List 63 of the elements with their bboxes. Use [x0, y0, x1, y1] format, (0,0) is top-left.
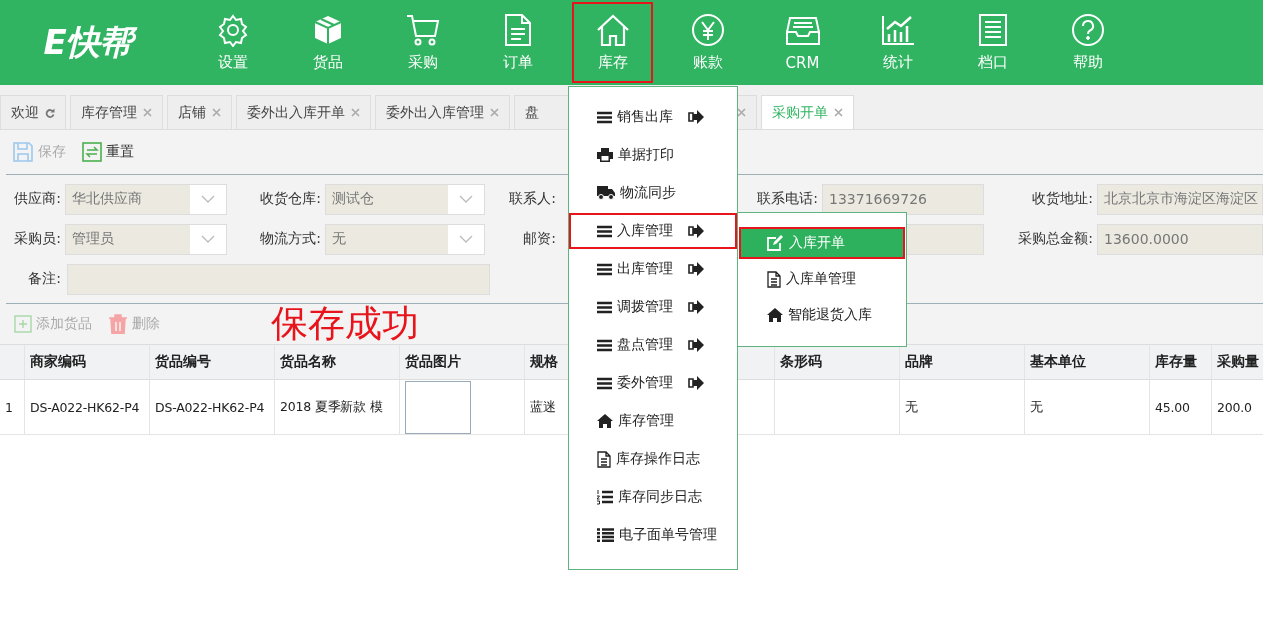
field-label: 供应商:: [13, 190, 62, 208]
toolbar-button[interactable]: 重置: [82, 142, 134, 162]
nav-item[interactable]: 档口: [952, 2, 1033, 83]
column-header: 库存量: [1150, 344, 1212, 380]
field-label: 联系人:: [508, 190, 557, 208]
column-header: 商家编码: [25, 344, 150, 380]
table-cell: DS-A022-HK62-P4: [150, 380, 275, 435]
column-header: 品牌: [900, 344, 1025, 380]
tab[interactable]: 委外出入库管理: [375, 95, 510, 129]
column-header: 基本单位: [1025, 344, 1150, 380]
nav-item[interactable]: 库存: [572, 2, 653, 83]
tab[interactable]: 库存管理: [70, 95, 163, 129]
menu-item[interactable]: 调拨管理: [569, 289, 737, 325]
nav-item[interactable]: 统计: [857, 2, 938, 83]
field-label: 物流方式:: [259, 230, 322, 248]
submenu-item[interactable]: 入库单管理: [739, 263, 905, 295]
field-label: 采购总金额:: [1017, 230, 1094, 248]
menu-item[interactable]: 库存同步日志: [569, 479, 737, 515]
table-cell: 无: [1025, 380, 1150, 435]
table-cell: 无: [900, 380, 1025, 435]
field-label: 采购员:: [13, 230, 62, 248]
menu-item[interactable]: 物流同步: [569, 175, 737, 211]
submenu-item[interactable]: 入库开单: [739, 227, 905, 259]
menu-item[interactable]: 出库管理: [569, 251, 737, 287]
tab[interactable]: 欢迎: [0, 95, 66, 129]
column-header: 采购量: [1212, 344, 1263, 380]
logo: E快帮: [0, 0, 185, 85]
select-field[interactable]: 测试仓: [325, 183, 485, 215]
menu-item[interactable]: 销售出库: [569, 99, 737, 135]
field-label: 备注:: [27, 270, 62, 288]
nav-item[interactable]: 货品: [287, 2, 368, 83]
nav-item[interactable]: CRM: [762, 2, 843, 83]
input-field[interactable]: 13371669726: [822, 183, 984, 215]
success-message: 保存成功: [271, 301, 419, 347]
nav-item[interactable]: 帮助: [1047, 2, 1128, 83]
field-label: 联系电话:: [756, 190, 819, 208]
submenu-item[interactable]: 智能退货入库: [739, 299, 905, 331]
row-number: 1: [0, 380, 25, 435]
menu-item[interactable]: 库存操作日志: [569, 441, 737, 477]
menu-item[interactable]: 单据打印: [569, 137, 737, 173]
select-field[interactable]: 华北供应商: [65, 183, 227, 215]
tab[interactable]: 委外出入库开单: [236, 95, 371, 129]
field-label: 收货仓库:: [259, 190, 322, 208]
select-field[interactable]: 管理员: [65, 223, 227, 255]
input-field[interactable]: 北京北京市海淀区海淀区: [1097, 183, 1263, 215]
column-header: 货品名称: [275, 344, 400, 380]
nav-item[interactable]: 订单: [477, 2, 558, 83]
nav-item[interactable]: 账款: [667, 2, 748, 83]
field-label: 收货地址:: [1031, 190, 1094, 208]
table-cell: DS-A022-HK62-P4: [25, 380, 150, 435]
tab[interactable]: 店铺: [167, 95, 232, 129]
nav-item[interactable]: 设置: [192, 2, 273, 83]
input-field[interactable]: 13600.0000: [1097, 223, 1263, 255]
nav-item[interactable]: 采购: [382, 2, 463, 83]
menu-item[interactable]: 电子面单号管理: [569, 517, 737, 553]
column-header: 货品图片: [400, 344, 525, 380]
table-cell: 2018 夏季新款 模: [275, 380, 400, 435]
table-cell: 45.00: [1150, 380, 1212, 435]
tab[interactable]: 采购开单: [761, 95, 854, 129]
select-field[interactable]: 无: [325, 223, 485, 255]
field-label: 邮资:: [522, 230, 557, 248]
column-header: 货品编号: [150, 344, 275, 380]
menu-item[interactable]: 入库管理: [569, 213, 737, 249]
